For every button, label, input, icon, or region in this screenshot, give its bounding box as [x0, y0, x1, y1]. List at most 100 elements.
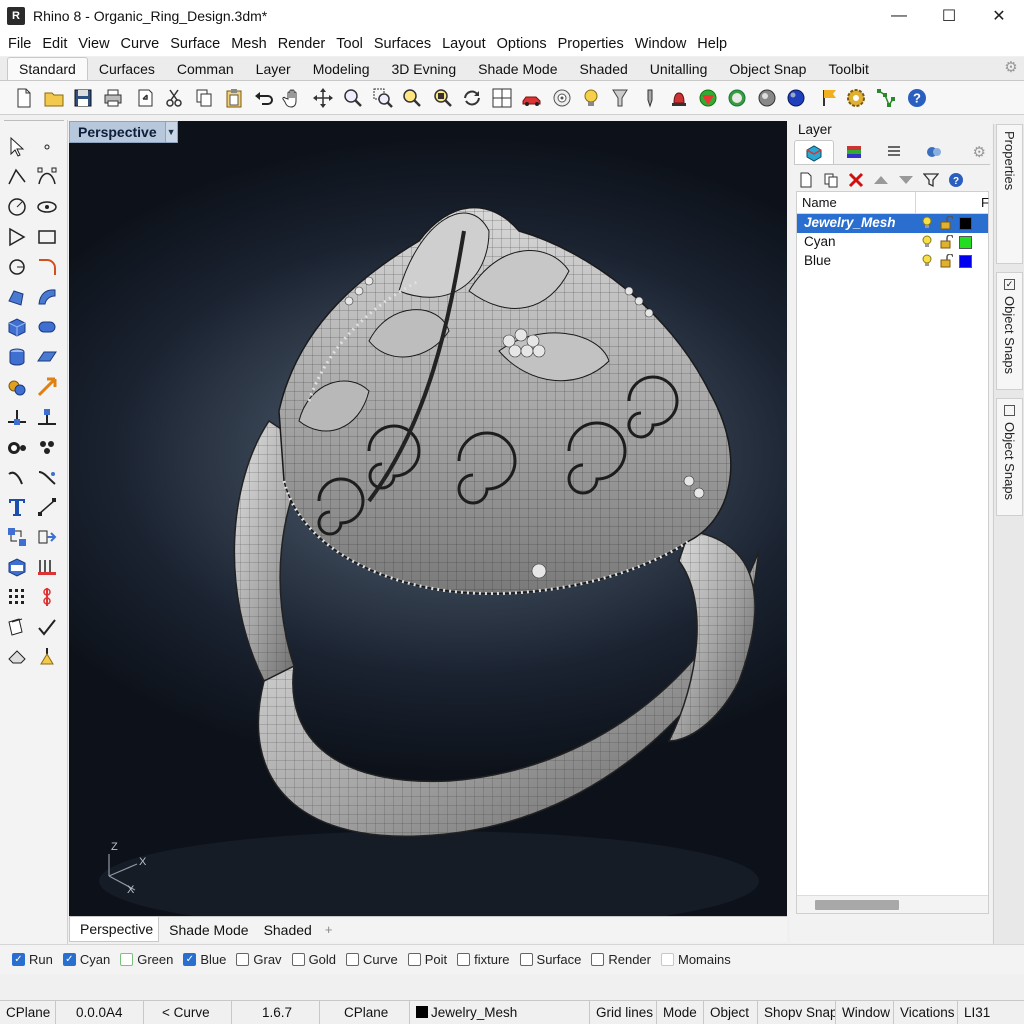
- move-up-icon[interactable]: [871, 171, 890, 190]
- polyline-icon[interactable]: [4, 164, 30, 190]
- checkbox[interactable]: [660, 953, 674, 966]
- render-sphere-grey-icon[interactable]: [755, 86, 779, 110]
- car-render-icon[interactable]: [520, 86, 544, 110]
- status-object[interactable]: Object: [704, 1001, 758, 1024]
- side-tab-object-snaps-2[interactable]: Object Snaps: [996, 398, 1023, 516]
- menu-curve[interactable]: Curve: [115, 32, 165, 56]
- select-arrow-icon[interactable]: [4, 134, 30, 160]
- undo-icon[interactable]: [252, 86, 276, 110]
- tab-object-snap[interactable]: Object Snap: [718, 58, 817, 80]
- layers-cube-icon[interactable]: [794, 140, 834, 164]
- menu-render[interactable]: Render: [272, 32, 331, 56]
- pan-hand-icon[interactable]: [281, 86, 305, 110]
- flag-icon[interactable]: [817, 86, 841, 110]
- analyze-icon[interactable]: [34, 554, 60, 580]
- osnap-green[interactable]: Green: [120, 952, 173, 967]
- dimension-marker-icon[interactable]: [34, 584, 60, 610]
- zoom-icon[interactable]: [341, 86, 365, 110]
- tab-standard[interactable]: Standard: [7, 57, 88, 80]
- render-sphere-green-icon[interactable]: [725, 86, 749, 110]
- layer-row-cyan[interactable]: Cyan: [797, 233, 988, 252]
- checkbox[interactable]: [457, 953, 471, 966]
- status-cplane[interactable]: CPlane: [0, 1001, 56, 1024]
- tab-modeling[interactable]: Modeling: [302, 58, 381, 80]
- open-folder-icon[interactable]: [42, 86, 66, 110]
- layer-row-jewelry-mesh[interactable]: Jewelry_Mesh: [797, 214, 988, 233]
- render-flower-icon[interactable]: [696, 86, 720, 110]
- print-icon[interactable]: [101, 86, 125, 110]
- osnap-grav[interactable]: Grav: [236, 952, 282, 967]
- tab-curfaces[interactable]: Curfaces: [88, 58, 166, 80]
- checkbox[interactable]: [62, 953, 76, 966]
- spotlight-icon[interactable]: [608, 86, 632, 110]
- light-bulb-icon[interactable]: [920, 254, 934, 268]
- tab-comman[interactable]: Comman: [166, 58, 245, 80]
- side-tab-properties[interactable]: Properties: [996, 124, 1023, 264]
- group-icon[interactable]: [4, 524, 30, 550]
- light-bulb-icon[interactable]: [920, 216, 934, 230]
- maximize-button[interactable]: ☐: [924, 0, 974, 32]
- menu-surfaces[interactable]: Surfaces: [368, 32, 436, 56]
- status-window[interactable]: Window: [836, 1001, 894, 1024]
- status-current-layer[interactable]: Jewelry_Mesh: [410, 1001, 590, 1024]
- solid-spheres-icon[interactable]: [4, 434, 30, 460]
- move-down-icon[interactable]: [896, 171, 915, 190]
- point-cloud-icon[interactable]: [34, 434, 60, 460]
- polygon-icon[interactable]: [4, 224, 30, 250]
- osnap-momains[interactable]: Momains: [660, 952, 731, 967]
- zoom-extents-icon[interactable]: [400, 86, 424, 110]
- osnap-gold[interactable]: Gold: [291, 952, 336, 967]
- checkbox[interactable]: [291, 953, 305, 966]
- ring-mesh-model[interactable]: [69, 121, 787, 916]
- circle-icon[interactable]: [4, 194, 30, 220]
- curve-edit-icon[interactable]: [4, 464, 30, 490]
- tab-shade-mode[interactable]: Shade Mode: [467, 58, 568, 80]
- viewport-title[interactable]: Perspective ▼: [69, 121, 178, 143]
- menu-surface[interactable]: Surface: [164, 32, 225, 56]
- menu-view[interactable]: View: [72, 32, 114, 56]
- display-icon[interactable]: [914, 140, 954, 164]
- text-icon[interactable]: [4, 494, 30, 520]
- viewport-tab-perspective[interactable]: Perspective: [69, 917, 160, 942]
- status-cplane-2[interactable]: CPlane: [320, 1001, 410, 1024]
- close-button[interactable]: ✕: [974, 0, 1024, 32]
- light-bulb-icon[interactable]: [920, 235, 934, 249]
- trim-icon[interactable]: [34, 404, 60, 430]
- tab-shaded[interactable]: Shaded: [569, 58, 639, 80]
- zoom-selected-icon[interactable]: [431, 86, 455, 110]
- bell-icon[interactable]: [667, 86, 691, 110]
- help-icon[interactable]: ?: [905, 86, 929, 110]
- checkbox[interactable]: [12, 953, 25, 966]
- new-layer-icon[interactable]: [796, 171, 815, 190]
- split-icon[interactable]: [4, 404, 30, 430]
- target-icon[interactable]: [550, 86, 574, 110]
- rotate-view-icon[interactable]: [460, 86, 484, 110]
- array-grid-icon[interactable]: [4, 584, 30, 610]
- transform-arrow-icon[interactable]: [34, 524, 60, 550]
- eraser-icon[interactable]: [4, 644, 30, 670]
- box-solid-icon[interactable]: [4, 314, 30, 340]
- osnap-run[interactable]: Run: [12, 952, 53, 967]
- layer-name[interactable]: Cyan: [804, 234, 836, 249]
- planar-surface-icon[interactable]: [34, 344, 60, 370]
- viewport-tab-shaded[interactable]: Shaded: [254, 918, 317, 942]
- unlocked-icon[interactable]: [939, 254, 953, 268]
- layer-stack-icon[interactable]: [834, 140, 874, 164]
- cylinder-icon[interactable]: [4, 344, 30, 370]
- osnap-fixture[interactable]: fixture: [457, 952, 510, 967]
- check-icon[interactable]: [34, 614, 60, 640]
- status-grid-lines[interactable]: Grid lines: [590, 1001, 657, 1024]
- side-tab-object-snaps[interactable]: ✓ Object Snaps: [996, 272, 1023, 390]
- add-viewport-button[interactable]: +: [317, 922, 341, 937]
- status-mode[interactable]: Mode: [657, 1001, 704, 1024]
- checkbox[interactable]: [236, 953, 250, 966]
- unlocked-icon[interactable]: [939, 235, 953, 249]
- layer-name[interactable]: Blue: [804, 253, 831, 268]
- checkbox-icon[interactable]: [1004, 405, 1015, 416]
- layer-list-icon[interactable]: [874, 140, 914, 164]
- checkbox[interactable]: [519, 953, 533, 966]
- osnap-cyan[interactable]: Cyan: [62, 952, 110, 967]
- menu-tool[interactable]: Tool: [330, 32, 368, 56]
- tab-3d-evning[interactable]: 3D Evning: [381, 58, 468, 80]
- menu-mesh[interactable]: Mesh: [225, 32, 271, 56]
